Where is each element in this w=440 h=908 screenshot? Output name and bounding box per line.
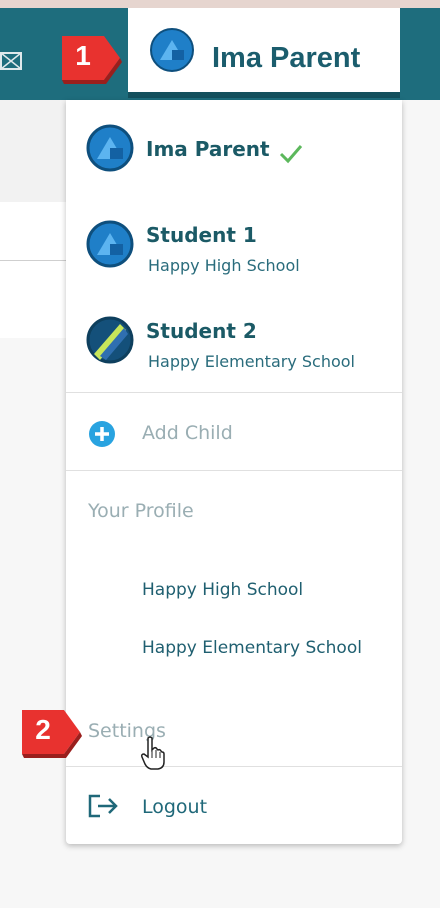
account-switcher-button[interactable]: Ima Parent bbox=[128, 8, 400, 98]
callout-marker-2: 2 bbox=[18, 706, 88, 758]
avatar-icon bbox=[150, 28, 194, 72]
avatar-icon bbox=[86, 124, 134, 172]
account-dropdown-menu: Ima Parent Student 1 Happy High School S… bbox=[66, 100, 402, 844]
account-name: Student 2 bbox=[146, 319, 257, 343]
account-item-ima-parent[interactable]: Ima Parent bbox=[66, 124, 402, 176]
callout-number: 2 bbox=[35, 714, 51, 745]
current-user-name: Ima Parent bbox=[212, 42, 361, 74]
add-circle-icon bbox=[89, 421, 115, 447]
background-divider bbox=[0, 260, 70, 261]
checkmark-icon bbox=[279, 145, 303, 164]
logout-button[interactable]: Logout bbox=[66, 788, 402, 828]
logout-icon bbox=[88, 794, 118, 818]
account-name: Student 1 bbox=[146, 223, 257, 247]
hand-cursor-icon bbox=[141, 736, 165, 770]
add-child-button[interactable]: Add Child bbox=[66, 412, 402, 456]
mail-icon[interactable] bbox=[0, 52, 22, 70]
callout-number: 1 bbox=[75, 40, 91, 71]
your-profile-heading: Your Profile bbox=[88, 500, 194, 522]
account-name: Ima Parent bbox=[146, 137, 270, 161]
account-item-student-2[interactable]: Student 2 Happy Elementary School bbox=[66, 314, 402, 378]
menu-divider bbox=[66, 392, 402, 393]
menu-divider bbox=[66, 766, 402, 767]
add-child-label: Add Child bbox=[142, 422, 233, 444]
logout-label: Logout bbox=[142, 796, 208, 818]
avatar-icon bbox=[86, 220, 134, 268]
profile-school-link-1[interactable]: Happy High School bbox=[142, 580, 303, 600]
callout-marker-1: 1 bbox=[58, 32, 128, 84]
account-school: Happy Elementary School bbox=[148, 352, 355, 371]
profile-school-link-2[interactable]: Happy Elementary School bbox=[142, 638, 362, 658]
account-item-student-1[interactable]: Student 1 Happy High School bbox=[66, 218, 402, 282]
window-top-border bbox=[0, 0, 440, 8]
background-panel-top bbox=[0, 100, 70, 202]
account-school: Happy High School bbox=[148, 256, 300, 275]
avatar-icon bbox=[86, 316, 134, 364]
menu-divider bbox=[66, 470, 402, 471]
